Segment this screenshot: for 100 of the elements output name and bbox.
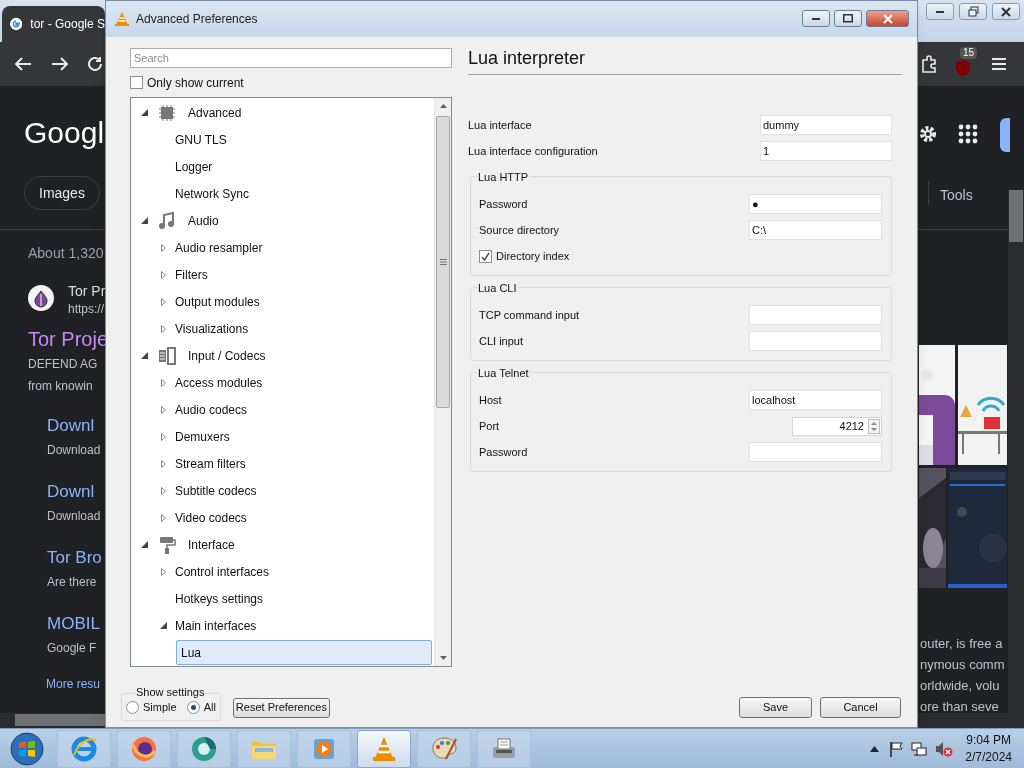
scrollbar-thumb[interactable] bbox=[15, 714, 105, 726]
tree-item[interactable]: Output modules bbox=[170, 289, 265, 314]
expand-arrow-icon[interactable] bbox=[160, 459, 166, 468]
scrollbar-thumb[interactable] bbox=[436, 116, 450, 408]
taskbar-button[interactable] bbox=[177, 729, 231, 768]
collapse-arrow-icon[interactable] bbox=[140, 541, 148, 548]
network-icon[interactable] bbox=[911, 740, 928, 757]
snippet-line: orldwide, volu bbox=[920, 678, 1000, 694]
browser-tab[interactable]: tor - Google S bbox=[2, 6, 105, 42]
close-button[interactable] bbox=[866, 10, 909, 27]
collapse-arrow-icon[interactable] bbox=[159, 622, 167, 629]
checkbox[interactable] bbox=[479, 249, 492, 263]
tree-item[interactable]: Subtitle codecs bbox=[170, 478, 262, 503]
input-field[interactable]: localhost bbox=[749, 390, 882, 410]
tree-item[interactable]: Stream filters bbox=[170, 451, 251, 476]
expand-arrow-icon[interactable] bbox=[160, 270, 166, 279]
reload-icon[interactable] bbox=[88, 56, 102, 72]
tree-item[interactable]: Access modules bbox=[170, 370, 268, 395]
input-field[interactable] bbox=[749, 331, 882, 351]
tree-item[interactable]: Visualizations bbox=[170, 316, 254, 341]
reset-button[interactable]: Reset Preferences bbox=[232, 697, 330, 718]
tree-item[interactable]: Filters bbox=[170, 262, 213, 287]
minimize-button[interactable] bbox=[802, 10, 830, 27]
input-field[interactable]: ● bbox=[749, 194, 882, 214]
tree-item[interactable]: Demuxers bbox=[170, 424, 235, 449]
close-button[interactable] bbox=[992, 3, 1020, 20]
tools-link[interactable]: Tools bbox=[940, 185, 973, 206]
field-label: Source directory bbox=[479, 222, 560, 238]
back-icon[interactable] bbox=[14, 56, 32, 72]
sublink-title[interactable]: Downl bbox=[47, 479, 95, 505]
tree-item[interactable]: Audio bbox=[183, 208, 224, 233]
dialog-button[interactable]: Cancel bbox=[820, 697, 901, 718]
expand-arrow-icon[interactable] bbox=[160, 513, 166, 522]
result-stats: About 1,320 bbox=[28, 244, 104, 263]
input-field[interactable] bbox=[749, 442, 882, 462]
scrollbar-thumb[interactable] bbox=[1009, 190, 1023, 242]
field-label: Host bbox=[479, 392, 502, 408]
taskbar-button[interactable] bbox=[477, 729, 531, 768]
search-field[interactable]: Search bbox=[130, 48, 452, 68]
puzzle-icon[interactable] bbox=[920, 55, 938, 73]
clock[interactable]: 9:04 PM 2/7/2024 bbox=[965, 731, 1024, 766]
collapse-arrow-icon[interactable] bbox=[140, 352, 148, 359]
input-field[interactable]: C:\ bbox=[749, 220, 882, 240]
flag-icon[interactable] bbox=[889, 740, 904, 757]
show-hidden-icon[interactable] bbox=[870, 745, 880, 752]
field-label: Lua interface configuration bbox=[468, 143, 598, 159]
expand-arrow-icon[interactable] bbox=[160, 432, 166, 441]
sign-in-button[interactable] bbox=[1000, 118, 1010, 152]
expand-arrow-icon[interactable] bbox=[160, 243, 166, 252]
field-label: CLI input bbox=[479, 333, 524, 349]
tree-item[interactable]: Network Sync bbox=[170, 181, 255, 206]
expand-arrow-icon[interactable] bbox=[160, 567, 166, 576]
tree-item[interactable]: Audio codecs bbox=[170, 397, 253, 422]
tree-item[interactable]: Advanced bbox=[183, 100, 247, 125]
menu-icon[interactable] bbox=[992, 58, 1006, 70]
expand-arrow-icon[interactable] bbox=[160, 378, 166, 387]
input-field[interactable] bbox=[749, 305, 882, 325]
sublink-title[interactable]: MOBIL bbox=[47, 611, 100, 637]
tree-item[interactable]: Logger bbox=[170, 154, 218, 179]
tree-item[interactable]: Input / Codecs bbox=[183, 343, 271, 368]
restore-button[interactable] bbox=[959, 3, 987, 20]
input-field[interactable]: dummy bbox=[760, 115, 892, 135]
sublink-title[interactable]: Downl bbox=[47, 413, 95, 439]
dialog-button[interactable]: Save bbox=[739, 697, 812, 718]
minimize-button[interactable] bbox=[926, 3, 954, 20]
spin-arrows-icon[interactable] bbox=[868, 418, 880, 434]
expand-arrow-icon[interactable] bbox=[160, 486, 166, 495]
result-title[interactable]: Tor Proje bbox=[28, 324, 109, 354]
forward-icon[interactable] bbox=[51, 56, 69, 72]
expand-arrow-icon[interactable] bbox=[160, 324, 166, 333]
sublink-title[interactable]: Tor Bro bbox=[47, 545, 102, 571]
taskbar-button[interactable] bbox=[117, 729, 171, 768]
collapse-arrow-icon[interactable] bbox=[140, 109, 148, 116]
window-title: Advanced Preferences bbox=[136, 11, 259, 28]
radio-button[interactable] bbox=[126, 700, 139, 714]
tree-item[interactable]: Video codecs bbox=[170, 505, 252, 530]
spin-box[interactable]: 4212 bbox=[792, 416, 882, 436]
settings-icon[interactable] bbox=[918, 124, 938, 144]
site-name: Tor Pr bbox=[68, 282, 106, 301]
taskbar-button[interactable] bbox=[417, 729, 471, 768]
tree-item[interactable]: Audio resampler bbox=[170, 235, 268, 260]
ring-icon bbox=[190, 734, 218, 763]
muted-speaker-icon[interactable] bbox=[935, 740, 954, 757]
maximize-button[interactable] bbox=[834, 10, 862, 27]
grip-icon bbox=[439, 259, 447, 265]
more-results-link[interactable]: More resu bbox=[46, 675, 101, 693]
checkbox[interactable] bbox=[130, 76, 143, 89]
tree-item[interactable]: Interface bbox=[183, 532, 240, 557]
input-field[interactable]: 1 bbox=[760, 141, 892, 161]
tree-item[interactable]: Control interfaces bbox=[170, 559, 275, 584]
tree-item[interactable]: Main interfaces bbox=[170, 613, 262, 638]
expand-arrow-icon[interactable] bbox=[160, 405, 166, 414]
radio-label: All bbox=[203, 699, 216, 715]
tree-item[interactable]: Hotkeys settings bbox=[170, 586, 269, 611]
collapse-arrow-icon[interactable] bbox=[140, 217, 148, 224]
tree-item[interactable]: GNU TLS bbox=[170, 127, 232, 152]
tree-item[interactable]: Lua bbox=[176, 640, 432, 665]
apps-grid-icon[interactable] bbox=[958, 124, 978, 144]
codec-icon bbox=[158, 346, 176, 365]
expand-arrow-icon[interactable] bbox=[160, 297, 166, 306]
